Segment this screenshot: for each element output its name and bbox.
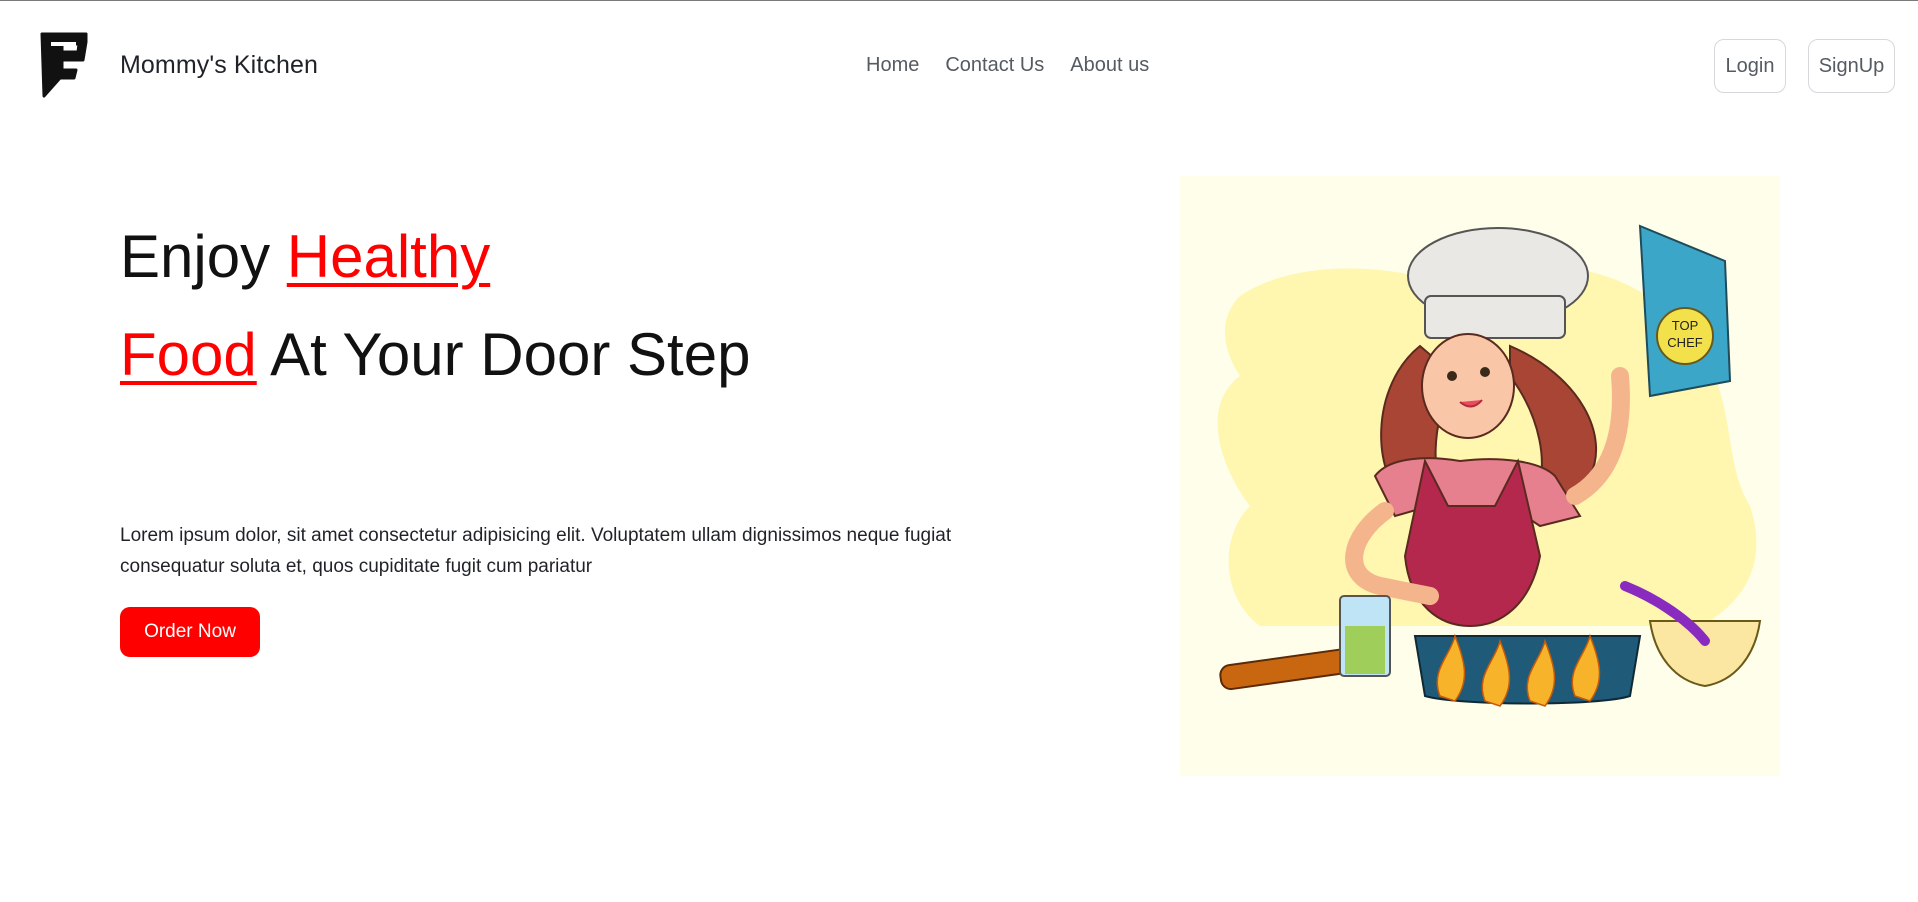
nav-home-link[interactable]: Home xyxy=(866,54,919,77)
nav-contact-link[interactable]: Contact Us xyxy=(945,54,1044,77)
navbar: Mommy's Kitchen Home Contact Us About us… xyxy=(0,0,1918,135)
foursquare-logo-icon[interactable] xyxy=(38,30,92,102)
nav-about-link[interactable]: About us xyxy=(1070,54,1149,77)
hero-title-text-1: Enjoy xyxy=(120,223,287,290)
login-button[interactable]: Login xyxy=(1714,39,1786,93)
hero-title: Enjoy Healthy Food At Your Door Step xyxy=(120,208,760,404)
hero-title-accent-healthy: Healthy xyxy=(286,223,491,290)
signup-button[interactable]: SignUp xyxy=(1808,39,1895,93)
chef-illustration-icon: TOP CHEF xyxy=(1180,176,1780,776)
primary-nav: Home Contact Us About us xyxy=(866,54,1149,77)
chef-illustration: TOP CHEF xyxy=(1180,176,1780,776)
hero-description: Lorem ipsum dolor, sit amet consectetur … xyxy=(120,525,952,577)
book-text-top: TOP xyxy=(1672,318,1699,333)
brand-name[interactable]: Mommy's Kitchen xyxy=(120,51,318,80)
hero-title-text-2: At Your Door Step xyxy=(256,321,751,388)
book-text-chef: CHEF xyxy=(1667,335,1702,350)
order-now-button[interactable]: Order Now xyxy=(120,607,260,657)
hero-title-accent-food: Food xyxy=(120,321,257,388)
